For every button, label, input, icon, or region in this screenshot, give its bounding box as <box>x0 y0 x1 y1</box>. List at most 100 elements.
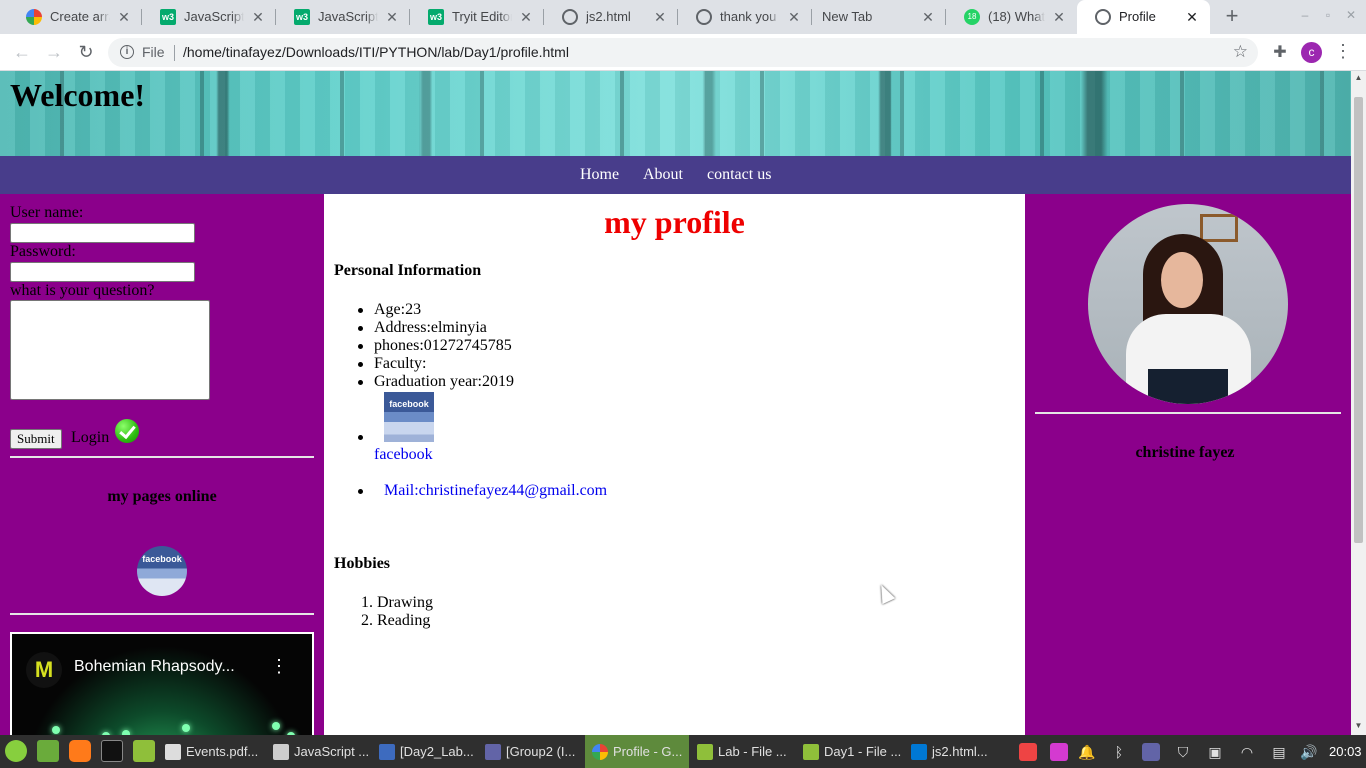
close-icon[interactable]: ✕ <box>384 9 400 25</box>
scroll-down-icon[interactable]: ▼ <box>1351 721 1366 733</box>
tab-whatsapp[interactable]: 18 (18) WhatsApp ✕ <box>946 0 1077 34</box>
tab-javascript-arrays[interactable]: w3 JavaScript Arrays ✕ <box>142 0 276 34</box>
new-tab-button[interactable]: + <box>1221 5 1243 28</box>
close-icon[interactable]: ✕ <box>1051 9 1067 25</box>
close-icon[interactable]: ✕ <box>786 9 802 25</box>
tab-javascript-v[interactable]: w3 JavaScript v ✕ <box>276 0 410 34</box>
url-text[interactable]: /home/tinafayez/Downloads/ITI/PYTHON/lab… <box>183 44 569 60</box>
task-profile-chrome[interactable]: Profile - G... <box>585 735 689 768</box>
profile-avatar[interactable]: c <box>1301 42 1322 63</box>
tab-title: New Tab <box>822 9 873 24</box>
close-icon[interactable]: ✕ <box>652 9 668 25</box>
channel-logo[interactable]: M <box>26 652 62 688</box>
show-desktop-icon[interactable] <box>37 740 59 762</box>
list-bullet <box>358 308 363 313</box>
files-icon[interactable] <box>133 740 155 762</box>
tab-title: Tryit Editor <box>452 9 512 24</box>
divider <box>10 456 314 458</box>
tab-create-arrays[interactable]: Create arrays ✕ <box>8 0 142 34</box>
task-label: [Day2_Lab... <box>400 744 474 759</box>
list-bullet <box>358 344 363 349</box>
mint-menu-icon[interactable] <box>5 740 27 762</box>
page-scrollbar[interactable]: ▲ ▼ <box>1351 71 1366 735</box>
google-icon <box>26 9 42 25</box>
notification-bell-icon[interactable]: 🔔 <box>1078 743 1096 761</box>
browser-menu-icon[interactable]: ⋮ <box>1334 41 1352 63</box>
question-label: what is your question? <box>10 282 155 299</box>
tab-new-tab[interactable]: New Tab ✕ <box>812 0 946 34</box>
volume-icon[interactable]: 🔊 <box>1300 743 1318 761</box>
list-number: 1. <box>361 594 377 611</box>
scroll-thumb[interactable] <box>1354 97 1363 543</box>
nav-link-contact[interactable]: contact us <box>707 166 771 184</box>
youtube-video-embed[interactable]: M Bohemian Rhapsody... ⋮ <box>10 632 314 735</box>
scroll-up-icon[interactable]: ▲ <box>1351 73 1366 85</box>
task-js2-html[interactable]: js2.html... <box>904 735 1012 768</box>
reload-icon[interactable]: ↻ <box>74 41 98 65</box>
person-name: christine fayez <box>1135 444 1235 461</box>
maximize-icon[interactable]: ▫ <box>1321 8 1335 24</box>
facebook-logo-icon[interactable]: facebook <box>137 546 187 596</box>
terminal-icon[interactable] <box>101 740 123 762</box>
close-icon[interactable]: ✕ <box>250 9 266 25</box>
close-icon[interactable]: ✕ <box>518 9 534 25</box>
task-lab-files[interactable]: Lab - File ... <box>690 735 796 768</box>
firefox-icon[interactable] <box>69 740 91 762</box>
tab-profile[interactable]: Profile ✕ <box>1077 0 1210 34</box>
hobbies-heading: Hobbies <box>334 555 391 572</box>
globe-icon <box>562 9 578 25</box>
shield-icon[interactable]: ⛉ <box>1174 743 1192 761</box>
info-icon[interactable]: i <box>120 45 134 59</box>
tab-js2-html[interactable]: js2.html ✕ <box>544 0 678 34</box>
list-bullet <box>358 380 363 385</box>
video-title[interactable]: Bohemian Rhapsody... <box>74 658 235 676</box>
task-day2-lab[interactable]: [Day2_Lab... <box>372 735 480 768</box>
os-taskbar: Events.pdf... JavaScript ... [Day2_Lab..… <box>0 735 1366 768</box>
task-events-pdf[interactable]: Events.pdf... <box>158 735 266 768</box>
forward-icon[interactable]: → <box>42 41 66 65</box>
tab-thank-you[interactable]: thank you ✕ <box>678 0 812 34</box>
task-group2[interactable]: [Group2 (I... <box>478 735 584 768</box>
close-window-icon[interactable]: ✕ <box>1344 8 1358 24</box>
clipboard-icon[interactable]: ▣ <box>1206 743 1224 761</box>
submit-button[interactable]: Submit <box>10 429 62 449</box>
task-label: Day1 - File ... <box>824 744 902 759</box>
photo-shelf <box>1200 214 1238 242</box>
password-input[interactable] <box>10 262 195 282</box>
tab-tryit-editor[interactable]: w3 Tryit Editor ✕ <box>410 0 544 34</box>
wifi-icon[interactable]: ◠ <box>1238 743 1256 761</box>
address-bar[interactable]: i File /home/tinafayez/Downloads/ITI/PYT… <box>108 38 1258 67</box>
battery-icon[interactable]: ▤ <box>1270 743 1288 761</box>
minimize-icon[interactable]: – <box>1298 8 1312 24</box>
anydesk-icon[interactable] <box>1019 743 1037 761</box>
facebook-link[interactable]: facebook <box>374 446 433 464</box>
close-icon[interactable]: ✕ <box>920 9 936 25</box>
back-icon[interactable]: ← <box>10 41 34 65</box>
teams-tray-icon[interactable] <box>1142 743 1160 761</box>
task-label: Lab - File ... <box>718 744 787 759</box>
more-options-icon[interactable]: ⋮ <box>270 656 288 677</box>
clock[interactable]: 20:03 <box>1329 744 1362 759</box>
bluetooth-icon[interactable]: ᛒ <box>1110 743 1128 761</box>
task-day1-files[interactable]: Day1 - File ... <box>796 735 904 768</box>
hobbies-list: 1. Drawing 2. Reading <box>361 594 433 630</box>
extensions-puzzle-icon[interactable]: ✚ <box>1270 42 1290 62</box>
list-bullet <box>358 489 363 494</box>
jetbrains-icon[interactable] <box>1050 743 1068 761</box>
close-icon[interactable]: ✕ <box>116 9 132 25</box>
vscode-icon <box>911 744 927 760</box>
nav-link-home[interactable]: Home <box>580 166 619 184</box>
close-icon[interactable]: ✕ <box>1184 9 1200 25</box>
check-icon[interactable] <box>115 419 139 443</box>
profile-main: my profile Personal Information Age:23 A… <box>324 194 1025 735</box>
right-sidebar: christine fayez <box>1025 194 1351 735</box>
bookmark-star-icon[interactable]: ☆ <box>1233 42 1248 62</box>
whatsapp-icon: 18 <box>964 9 980 25</box>
facebook-thumbnail-icon[interactable]: facebook <box>384 392 434 442</box>
question-textarea[interactable] <box>10 300 210 400</box>
stage-light <box>272 722 280 730</box>
username-input[interactable] <box>10 223 195 243</box>
task-javascript[interactable]: JavaScript ... <box>266 735 374 768</box>
nav-link-about[interactable]: About <box>643 166 683 184</box>
mail-link[interactable]: Mail:christinefayez44@gmail.com <box>384 482 607 500</box>
